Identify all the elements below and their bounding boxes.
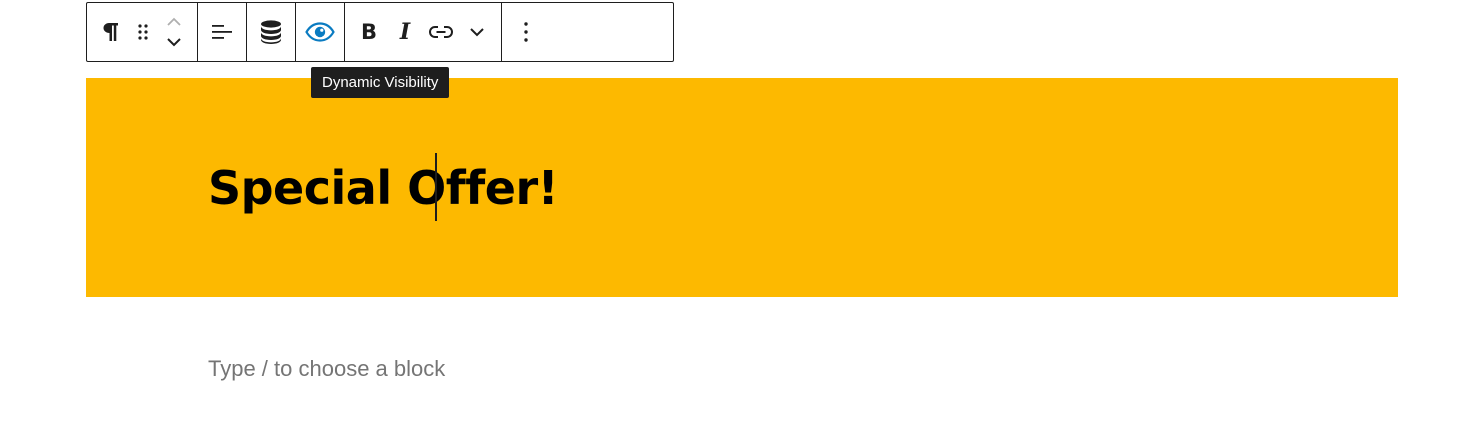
block-editor-canvas: B I Dynamic Visibility Special Offer! Ty… — [0, 0, 1480, 440]
bold-button[interactable]: B — [351, 10, 387, 54]
block-options-button[interactable] — [508, 10, 544, 54]
block-toolbar: B I — [86, 2, 674, 62]
options-group — [502, 3, 550, 61]
move-down-button[interactable] — [162, 34, 186, 50]
chevron-down-icon — [167, 38, 181, 47]
link-button[interactable] — [423, 10, 459, 54]
text-cursor — [435, 153, 437, 221]
italic-label: I — [399, 19, 411, 45]
block-tools-group — [87, 3, 198, 61]
block-appender-placeholder[interactable]: Type / to choose a block — [208, 356, 445, 382]
drag-handle-icon — [138, 24, 148, 40]
link-icon — [428, 26, 454, 38]
banner-heading[interactable]: Special Offer! — [208, 160, 559, 216]
database-icon — [261, 20, 281, 44]
offer-banner: Special Offer! — [86, 78, 1398, 297]
align-button[interactable] — [204, 10, 240, 54]
bold-label: B — [360, 19, 377, 44]
eye-icon — [305, 22, 335, 42]
align-group — [198, 3, 247, 61]
vertical-ellipsis-icon — [524, 22, 528, 42]
move-up-button[interactable] — [162, 14, 186, 30]
drag-handle-button[interactable] — [129, 10, 157, 54]
dynamic-visibility-tooltip: Dynamic Visibility — [311, 67, 450, 98]
block-movers — [157, 10, 191, 54]
align-left-icon — [212, 25, 232, 39]
block-type-button[interactable] — [93, 10, 129, 54]
dynamic-visibility-button[interactable] — [302, 10, 338, 54]
pilcrow-icon — [103, 23, 118, 41]
more-formats-button[interactable] — [459, 10, 495, 54]
chevron-down-icon — [470, 28, 484, 37]
italic-button[interactable]: I — [387, 10, 423, 54]
dynamic-data-group — [247, 3, 296, 61]
dynamic-data-button[interactable] — [253, 10, 289, 54]
visibility-group — [296, 3, 345, 61]
format-group: B I — [345, 3, 502, 61]
chevron-up-icon — [167, 17, 181, 26]
